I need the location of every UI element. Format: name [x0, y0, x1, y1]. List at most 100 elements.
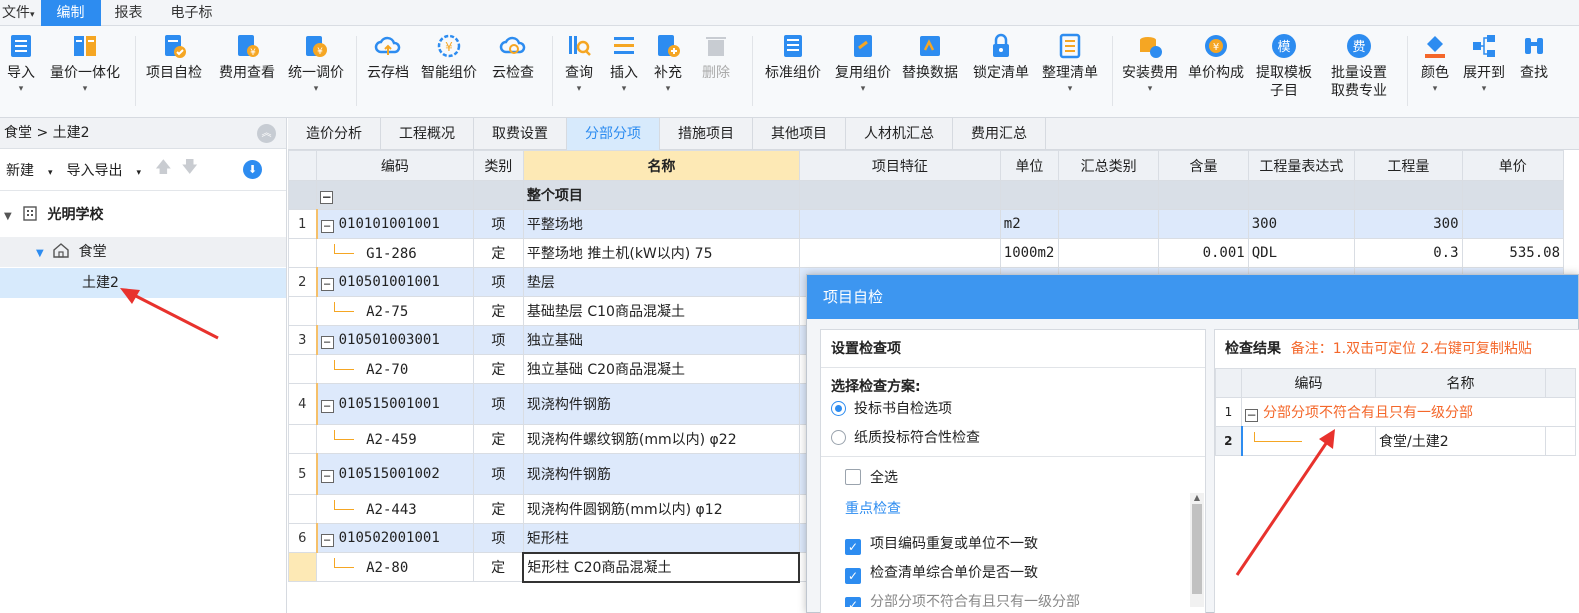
scheme-option-bid[interactable]: 投标书自检选项: [821, 396, 1205, 425]
cell-unit-price[interactable]: [1461, 209, 1565, 239]
new-button[interactable]: 新建 ▾: [6, 160, 53, 180]
cell-feature[interactable]: [798, 209, 1001, 239]
header-category[interactable]: 类别: [472, 150, 524, 181]
minus-box-icon[interactable]: −: [320, 469, 334, 483]
cell-code[interactable]: −010501001001: [315, 267, 474, 297]
tab-3[interactable]: 分部分项: [567, 118, 660, 150]
expand-arrow-icon[interactable]: ▼: [36, 248, 44, 259]
cell-name[interactable]: 平整场地 推土机(kW以内) 75: [522, 238, 800, 268]
check-icon[interactable]: ✓: [845, 568, 861, 584]
check-icon[interactable]: ✓: [845, 539, 861, 555]
cell-code[interactable]: −010101001001: [315, 209, 474, 239]
tidy-list-button[interactable]: 整理清单 ▾: [1039, 32, 1101, 94]
minus-box-icon[interactable]: −: [320, 533, 334, 547]
cell-name[interactable]: 现浇构件圆钢筋(mm以内) φ12: [522, 494, 800, 524]
checkbox-unchecked[interactable]: [845, 469, 861, 485]
replace-data-button[interactable]: 替换数据: [899, 32, 961, 82]
cell-feature[interactable]: [798, 238, 1001, 268]
results-row[interactable]: 2 食堂/土建2: [1215, 426, 1576, 456]
cell-category[interactable]: 定: [472, 494, 524, 524]
lock-list-button[interactable]: 锁定清单: [970, 32, 1032, 82]
menu-tab-etender[interactable]: 电子标: [157, 0, 227, 26]
tab-6[interactable]: 人材机汇总: [846, 118, 953, 150]
cell-quantity[interactable]: 300: [1354, 209, 1463, 239]
cell-quantity-expression[interactable]: QDL: [1247, 238, 1356, 268]
check-item-unit-price[interactable]: ✓ 检查清单综合单价是否一致: [845, 560, 1038, 586]
radio-unselected[interactable]: [831, 430, 846, 445]
extract-template-button[interactable]: 模 提取模板 子目: [1253, 32, 1315, 100]
results-header-name[interactable]: 名称: [1375, 368, 1546, 398]
unified-adjust-button[interactable]: ¥ 统一调价 ▾: [285, 32, 347, 94]
cell-code[interactable]: −010515001002: [315, 453, 474, 495]
tab-0[interactable]: 造价分析: [288, 118, 381, 150]
tab-4[interactable]: 措施项目: [660, 118, 753, 150]
cloud-check-button[interactable]: 云检查: [490, 32, 536, 82]
import-export-button[interactable]: 导入导出 ▾: [67, 160, 142, 180]
cell-category[interactable]: 项: [472, 453, 524, 495]
scrollbar[interactable]: ▲: [1190, 493, 1204, 607]
cell-name[interactable]: 现浇构件钢筋: [522, 453, 800, 495]
unit-price-comp-button[interactable]: ¥ 单价构成: [1185, 32, 1247, 82]
results-header-code[interactable]: 编码: [1241, 368, 1376, 398]
collapse-icon[interactable]: ︽: [257, 124, 276, 143]
header-content[interactable]: 含量: [1158, 150, 1249, 181]
cell-category[interactable]: 项: [472, 523, 524, 553]
tab-7[interactable]: 费用汇总: [953, 118, 1046, 150]
cell-name[interactable]: 基础垫层 C10商品混凝土: [522, 296, 800, 326]
cell-code[interactable]: −010515001001: [315, 383, 474, 425]
cell-name[interactable]: 独立基础 C20商品混凝土: [522, 354, 800, 384]
check-item-code-duplicate[interactable]: ✓ 项目编码重复或单位不一致: [845, 531, 1038, 557]
cell-category[interactable]: 定: [472, 296, 524, 326]
cell-quantity-expression[interactable]: 300: [1247, 209, 1356, 239]
cell-category[interactable]: 项: [472, 209, 524, 239]
cell-category[interactable]: 项: [472, 383, 524, 425]
cell-content[interactable]: 0.001: [1158, 238, 1249, 268]
header-quantity[interactable]: 工程量: [1354, 150, 1463, 181]
minus-box-icon[interactable]: −: [320, 190, 334, 204]
results-row[interactable]: 1 − 分部分项不符合有且只有一级分部: [1215, 397, 1576, 427]
grid-row-whole-project[interactable]: − 整个项目: [288, 180, 1565, 210]
move-down-icon[interactable]: 🡇: [182, 156, 198, 183]
tab-1[interactable]: 工程概况: [381, 118, 474, 150]
header-summary-category[interactable]: 汇总类别: [1057, 150, 1160, 181]
cell-name[interactable]: 矩形柱 C20商品混凝土: [522, 551, 801, 583]
cloud-save-button[interactable]: 云存档: [364, 32, 412, 82]
smart-price-button[interactable]: ¥ 智能组价: [418, 32, 480, 82]
tab-5[interactable]: 其他项目: [753, 118, 846, 150]
self-check-button[interactable]: 项目自检: [144, 32, 204, 82]
cell-code[interactable]: A2-459: [316, 424, 474, 454]
cell-code[interactable]: A2-75: [316, 296, 474, 326]
cell-unit-price[interactable]: 535.08: [1461, 238, 1565, 268]
cell-category[interactable]: 项: [472, 267, 524, 297]
fee-view-button[interactable]: ¥ 费用查看: [216, 32, 278, 82]
insert-button[interactable]: 插入 ▾: [607, 32, 641, 94]
menu-tab-report[interactable]: 报表: [101, 0, 157, 26]
list-item-row[interactable]: 1−010101001001 项平整场地 m2 300 300: [288, 209, 1565, 239]
expand-arrow-icon[interactable]: ▼: [4, 211, 12, 222]
cell-category[interactable]: 定: [472, 354, 524, 384]
find-button[interactable]: 查找: [1517, 32, 1551, 82]
cell-code[interactable]: A2-70: [316, 354, 474, 384]
minus-box-icon[interactable]: −: [320, 399, 334, 413]
scrollbar-thumb[interactable]: [1192, 504, 1202, 594]
cell-unit[interactable]: m2: [999, 209, 1059, 239]
header-unit[interactable]: 单位: [999, 150, 1059, 181]
check-icon[interactable]: ✓: [845, 597, 861, 607]
batch-set-button[interactable]: 费 批量设置 取费专业: [1328, 32, 1390, 100]
dialog-title[interactable]: 项目自检: [807, 275, 1578, 319]
cell-unit[interactable]: 1000m2: [999, 238, 1059, 268]
standard-price-button[interactable]: 标准组价: [762, 32, 824, 82]
cell-code[interactable]: A2-80: [316, 552, 474, 582]
query-button[interactable]: 查询 ▾: [562, 32, 596, 94]
header-name[interactable]: 名称: [522, 150, 800, 181]
header-unit-price[interactable]: 单价: [1461, 150, 1565, 181]
cell-category[interactable]: 项: [472, 325, 524, 355]
cell-name[interactable]: 现浇构件螺纹钢筋(mm以内) φ22: [522, 424, 800, 454]
radio-selected[interactable]: [831, 401, 846, 416]
import-button[interactable]: 导入 ▾: [5, 32, 37, 94]
cell-quantity[interactable]: 0.3: [1354, 238, 1463, 268]
tree-node-canteen[interactable]: ▼ 食堂: [0, 237, 286, 267]
cell-category[interactable]: 定: [472, 424, 524, 454]
minus-box-icon[interactable]: −: [320, 277, 334, 291]
quota-row[interactable]: G1-286 定平整场地 推土机(kW以内) 75 1000m2 0.001 QDL 0.…: [288, 238, 1565, 268]
